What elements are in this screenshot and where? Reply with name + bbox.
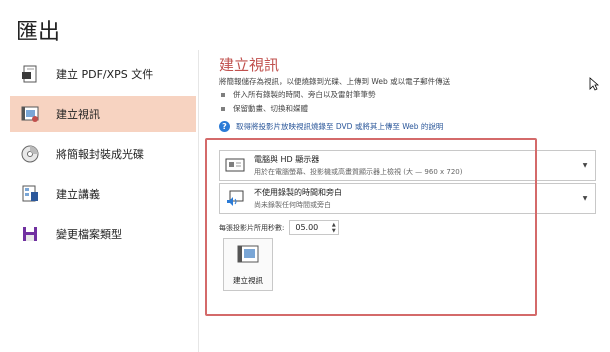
change-file-type-icon <box>18 222 42 246</box>
sidebar-item-package-cd[interactable]: 將簡報封裝成光碟 <box>10 136 196 172</box>
timing-narration-dropdown[interactable]: 不使用錄製的時間和旁白 尚未錄製任何時間或旁白 ▼ <box>219 183 596 214</box>
bullet-text: 併入所有錄製的時間、旁白以及雷射筆筆勢 <box>233 90 376 99</box>
seconds-stepper[interactable]: 05.00 ▲ ▼ <box>289 220 340 235</box>
narration-timing-icon <box>224 188 246 210</box>
sidebar-divider <box>198 50 199 352</box>
dropdown-title: 不使用錄製的時間和旁白 <box>254 188 342 197</box>
section-heading: 建立視訊 <box>219 56 280 74</box>
dropdown-title: 電腦與 HD 顯示器 <box>254 155 320 164</box>
page-title: 匯出 <box>16 20 61 45</box>
dropdown-arrow-icon[interactable]: ▼ <box>579 162 591 169</box>
section-description: 將簡報儲存為視訊，以便燒錄到光碟、上傳到 Web 或以電子郵件傳送 <box>219 77 451 86</box>
create-video-button-label: 建立視訊 <box>233 275 263 285</box>
seconds-value[interactable]: 05.00 <box>290 223 329 232</box>
stepper-down-icon[interactable]: ▼ <box>332 228 336 234</box>
bullet-square-icon <box>221 92 225 97</box>
sidebar-item-create-pdf-xps[interactable]: 建立 PDF/XPS 文件 <box>10 56 196 92</box>
seconds-label: 每張投影片所用秒數: <box>219 223 285 232</box>
sidebar-item-label: 將簡報封裝成光碟 <box>56 148 144 161</box>
sidebar-item-label: 建立視訊 <box>56 108 100 121</box>
sidebar-item-change-file-type[interactable]: 變更檔案類型 <box>10 216 196 252</box>
bullet-text: 保留動畫、切換和媒體 <box>233 104 308 113</box>
seconds-per-slide-row: 每張投影片所用秒數: 05.00 ▲ ▼ <box>219 220 340 235</box>
dropdown-arrow-icon[interactable]: ▼ <box>579 195 591 202</box>
sidebar-item-create-handouts[interactable]: 建立講義 <box>10 176 196 212</box>
create-video-button[interactable]: 建立視訊 <box>223 238 273 291</box>
dropdown-subtitle: 尚未錄製任何時間或旁白 <box>254 201 331 209</box>
sidebar-item-label: 變更檔案類型 <box>56 228 122 241</box>
sidebar: 建立 PDF/XPS 文件 建立視訊 將簡報封裝成光碟 建立講義 變更檔案類型 <box>0 50 198 352</box>
help-question-icon: ? <box>219 121 230 132</box>
video-quality-dropdown[interactable]: 電腦與 HD 顯示器 用於在電腦螢幕、投影機或高畫質顯示器上檢視 (大 — 96… <box>219 150 596 181</box>
cd-package-icon <box>18 142 42 166</box>
monitor-icon <box>224 155 246 177</box>
bullet-item: 保留動畫、切換和媒體 <box>219 103 308 114</box>
pdf-document-icon <box>18 62 42 86</box>
help-link[interactable]: ? 取得將投影片放映視訊燒錄至 DVD 或將其上傳至 Web 的說明 <box>219 121 443 132</box>
handouts-icon <box>18 182 42 206</box>
create-video-icon <box>18 102 42 126</box>
help-link-text[interactable]: 取得將投影片放映視訊燒錄至 DVD 或將其上傳至 Web 的說明 <box>236 121 443 132</box>
sidebar-item-label: 建立 PDF/XPS 文件 <box>56 68 154 81</box>
dropdown-subtitle: 用於在電腦螢幕、投影機或高畫質顯示器上檢視 (大 — 960 x 720) <box>254 168 463 176</box>
create-video-icon <box>236 244 260 270</box>
bullet-square-icon <box>221 106 225 111</box>
sidebar-item-create-video[interactable]: 建立視訊 <box>10 96 196 132</box>
sidebar-item-label: 建立講義 <box>56 188 100 201</box>
bullet-item: 併入所有錄製的時間、旁白以及雷射筆筆勢 <box>219 89 376 100</box>
mouse-cursor-icon <box>589 76 600 95</box>
